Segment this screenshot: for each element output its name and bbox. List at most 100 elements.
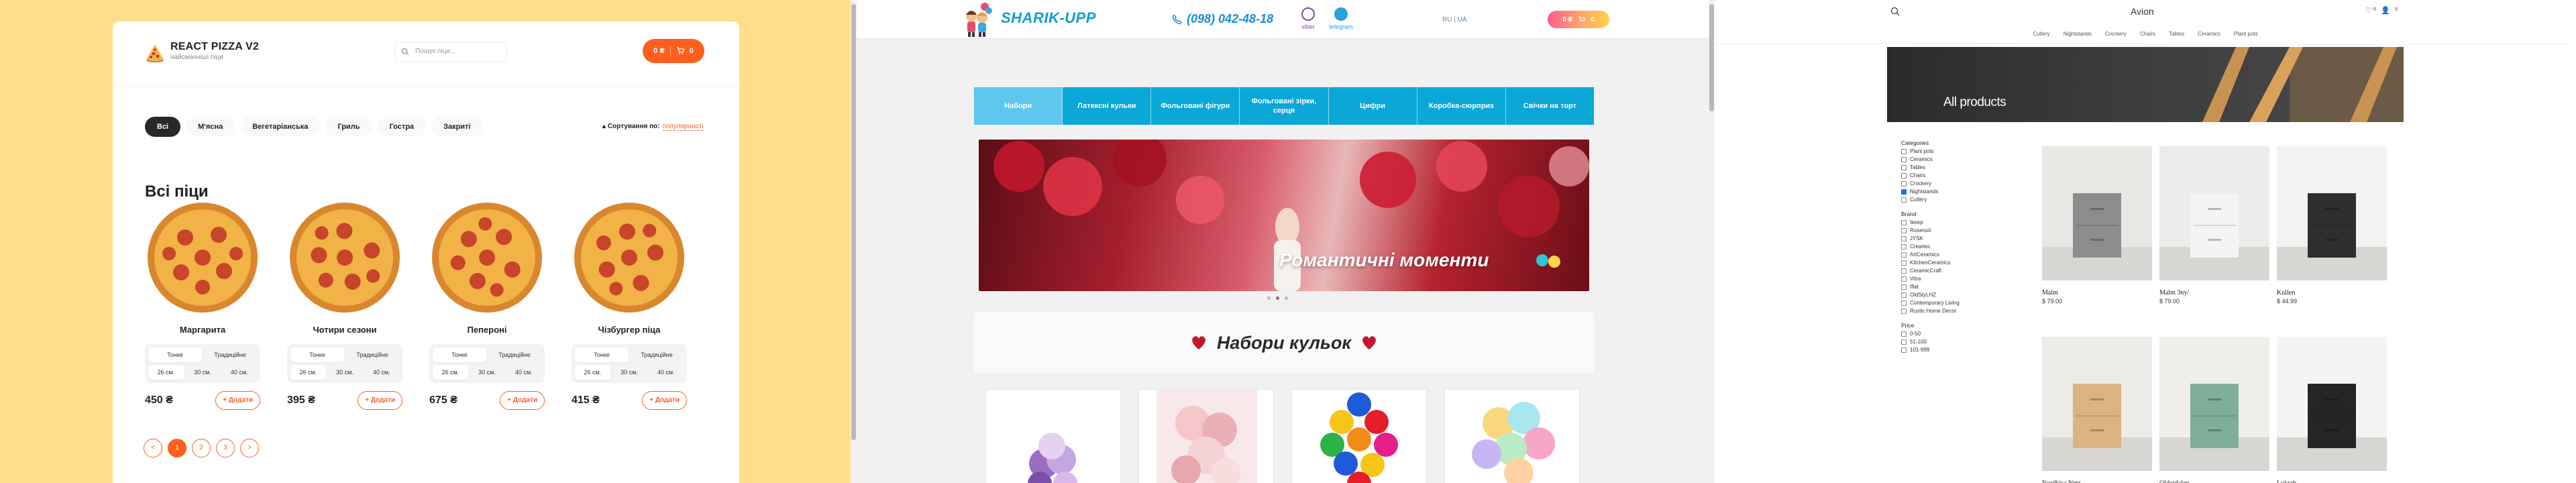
phone-link[interactable]: (098) 042-48-18 xyxy=(1172,12,1273,26)
category-meat[interactable]: М'ясна xyxy=(186,117,235,137)
pizza-logo-icon[interactable] xyxy=(145,43,165,63)
telegram-link[interactable]: telegram xyxy=(1328,7,1354,30)
size-26-option[interactable]: 26 см. xyxy=(433,365,468,380)
nav-item-tables[interactable]: Tables xyxy=(2169,31,2184,37)
checkbox[interactable] xyxy=(1901,331,1907,337)
product-card[interactable]: Malm $ 79.00 xyxy=(2042,146,2152,305)
checkbox[interactable] xyxy=(1901,189,1907,195)
size-26-option[interactable]: 26 см. xyxy=(148,365,184,380)
checkbox[interactable] xyxy=(1901,219,1907,225)
hero-banner[interactable]: Романтичні моменти xyxy=(979,140,1589,291)
add-to-cart-button[interactable]: + Додати xyxy=(500,391,545,410)
product-card[interactable]: Olderdalen xyxy=(2159,337,2269,483)
page-2-button[interactable]: 2 xyxy=(192,439,211,458)
store-title[interactable]: Avion xyxy=(2131,6,2154,17)
checkbox[interactable] xyxy=(1901,300,1907,306)
scrollbar-thumb[interactable] xyxy=(851,4,856,440)
scrollbar[interactable] xyxy=(1709,0,1715,483)
filter-price-item[interactable]: 51-100 xyxy=(1901,339,1995,345)
checkbox[interactable] xyxy=(1901,180,1907,186)
scrollbar[interactable] xyxy=(2570,0,2576,483)
filter-brand-item[interactable]: OldStyLHZ xyxy=(1901,292,1995,298)
header-icons[interactable]: ♡⁰ 👤 ⁰ xyxy=(2365,6,2400,15)
filter-brand-item[interactable]: ArtCeramics xyxy=(1901,252,1995,258)
category-spicy[interactable]: Гостра xyxy=(377,117,427,137)
product-card[interactable] xyxy=(985,389,1121,483)
filter-price-item[interactable]: 101-999 xyxy=(1901,347,1995,353)
menu-item-foil-figures[interactable]: Фольговані фігури xyxy=(1151,87,1240,125)
size-40-option[interactable]: 40 см. xyxy=(506,365,541,380)
menu-item-numbers[interactable]: Цифри xyxy=(1329,87,1417,125)
dough-thin-option[interactable]: Тонке xyxy=(575,347,629,362)
checkbox[interactable] xyxy=(1901,284,1907,290)
lang-ru[interactable]: RU xyxy=(1442,16,1452,23)
size-30-option[interactable]: 30 см. xyxy=(612,365,647,380)
checkbox[interactable] xyxy=(1901,339,1907,345)
cart-button[interactable]: 0 ₴ 0 xyxy=(643,39,704,63)
checkbox[interactable] xyxy=(1901,244,1907,250)
filter-brand-item[interactable]: Iflat xyxy=(1901,284,1995,290)
checkbox[interactable] xyxy=(1901,156,1907,162)
checkbox[interactable] xyxy=(1901,227,1907,233)
page-next-button[interactable]: > xyxy=(240,439,259,458)
filter-category-item[interactable]: Ceramics xyxy=(1901,156,1995,162)
dough-traditional-option[interactable]: Традиційне xyxy=(345,347,399,362)
menu-item-candles[interactable]: Свічки на торт xyxy=(1506,87,1594,125)
filter-category-item[interactable]: Chairs xyxy=(1901,172,1995,178)
nav-item-cutlery[interactable]: Cutlery xyxy=(2033,31,2049,37)
dough-traditional-option[interactable]: Традиційне xyxy=(488,347,541,362)
filter-category-item[interactable]: Tables xyxy=(1901,164,1995,170)
filter-price-item[interactable]: 0-50 xyxy=(1901,331,1995,337)
add-to-cart-button[interactable]: + Додати xyxy=(642,391,687,410)
page-3-button[interactable]: 3 xyxy=(216,439,235,458)
checkbox[interactable] xyxy=(1901,308,1907,314)
size-30-option[interactable]: 30 см. xyxy=(185,365,221,380)
filter-brand-item[interactable]: KitchenCeramics xyxy=(1901,260,1995,266)
filter-category-item[interactable]: Crockery xyxy=(1901,180,1995,186)
product-card[interactable]: Malm 3ny/$ 79.00 xyxy=(2159,146,2269,305)
checkbox[interactable] xyxy=(1901,148,1907,154)
nav-item-ceramics[interactable]: Ceramics xyxy=(2198,31,2220,37)
add-to-cart-button[interactable]: + Додати xyxy=(358,391,402,410)
brand-name[interactable]: SHARIK-UPP xyxy=(1001,9,1096,27)
product-card[interactable] xyxy=(1291,389,1427,483)
nav-item-nightstands[interactable]: Nightstands xyxy=(2063,31,2092,37)
lang-ua[interactable]: UA xyxy=(1458,16,1467,23)
carousel-dot[interactable] xyxy=(1267,297,1271,300)
carousel-dot-active[interactable] xyxy=(1276,297,1279,300)
sort-control[interactable]: ▴ Сортування по: популярності xyxy=(602,123,704,131)
menu-item-latex[interactable]: Латексні кульки xyxy=(1063,87,1152,125)
checkbox[interactable] xyxy=(1901,347,1907,353)
size-40-option[interactable]: 40 см. xyxy=(221,365,257,380)
dough-thin-option[interactable]: Тонке xyxy=(290,347,344,362)
add-to-cart-button[interactable]: + Додати xyxy=(215,391,260,410)
checkbox[interactable] xyxy=(1901,260,1907,266)
checkbox[interactable] xyxy=(1901,292,1907,298)
checkbox[interactable] xyxy=(1901,268,1907,274)
category-grill[interactable]: Гриль xyxy=(325,117,372,137)
menu-item-sets[interactable]: Набори xyxy=(974,87,1063,125)
checkbox[interactable] xyxy=(1901,172,1907,178)
size-40-option[interactable]: 40 см. xyxy=(648,365,684,380)
checkbox[interactable] xyxy=(1901,252,1907,258)
category-vegetarian[interactable]: Вегетаріанська xyxy=(240,117,321,137)
nav-item-plant-pots[interactable]: Plant pots xyxy=(2234,31,2258,37)
dough-traditional-option[interactable]: Традиційне xyxy=(203,347,257,362)
size-26-option[interactable]: 26 см. xyxy=(290,365,326,380)
dough-thin-option[interactable]: Тонке xyxy=(433,347,486,362)
product-card[interactable]: Kullen $ 44.99 xyxy=(2277,146,2387,305)
scrollbar[interactable] xyxy=(851,0,857,483)
menu-item-surprise-box[interactable]: Коробка-сюрприз xyxy=(1417,87,1506,125)
kids-balloons-logo-icon[interactable] xyxy=(962,1,994,38)
checkbox[interactable] xyxy=(1901,164,1907,170)
filter-brand-item[interactable]: JYSK xyxy=(1901,235,1995,241)
viber-link[interactable]: viber xyxy=(1295,7,1322,30)
menu-item-foil-stars[interactable]: Фольговані зірки, серця xyxy=(1240,87,1329,125)
sort-value[interactable]: популярності xyxy=(662,123,704,131)
search-icon[interactable] xyxy=(1890,7,1900,16)
filter-category-item[interactable]: Plant pots xyxy=(1901,148,1995,154)
checkbox[interactable] xyxy=(1901,197,1907,203)
nav-item-chairs[interactable]: Chairs xyxy=(2140,31,2155,37)
filter-brand-item[interactable]: Contemporary Living xyxy=(1901,300,1995,306)
filter-brand-item[interactable]: Ikeep xyxy=(1901,219,1995,225)
